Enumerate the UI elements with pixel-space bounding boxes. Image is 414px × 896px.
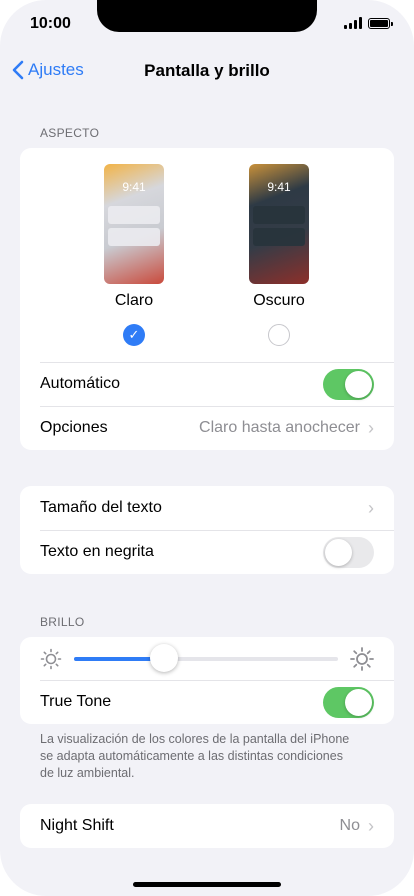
night-shift-value: No bbox=[339, 817, 360, 834]
true-tone-row: True Tone bbox=[20, 680, 394, 724]
bold-text-row: Texto en negrita bbox=[20, 530, 394, 574]
options-value: Claro hasta anochecer bbox=[199, 419, 360, 436]
options-label: Opciones bbox=[40, 419, 108, 436]
text-size-label: Tamaño del texto bbox=[40, 499, 162, 516]
appearance-header: ASPECTO bbox=[40, 126, 100, 140]
sun-large-icon bbox=[350, 646, 374, 671]
appearance-group: 9:41 9:41 Claro Oscuro ✓ Automático Opci… bbox=[20, 148, 394, 450]
brightness-thumb[interactable] bbox=[149, 643, 178, 672]
battery-icon bbox=[368, 17, 393, 29]
text-size-row[interactable]: Tamaño del texto › bbox=[20, 486, 394, 530]
light-preview-time: 9:41 bbox=[122, 180, 146, 194]
notch bbox=[97, 0, 317, 32]
bold-text-label: Texto en negrita bbox=[40, 543, 154, 560]
light-mode-label: Claro bbox=[114, 292, 154, 309]
true-tone-label: True Tone bbox=[40, 693, 112, 710]
page-title: Pantalla y brillo bbox=[144, 61, 270, 80]
night-shift-group: Night Shift No › bbox=[20, 804, 394, 848]
dark-preview-card-1 bbox=[253, 206, 305, 224]
dark-mode-radio[interactable] bbox=[268, 324, 290, 346]
chevron-right-icon: › bbox=[368, 497, 374, 518]
settings-screen: 10:00 Ajustes Pantalla y brillo ASPECTO … bbox=[0, 0, 414, 896]
appearance-picker: 9:41 9:41 Claro Oscuro ✓ bbox=[20, 148, 394, 362]
checkmark-icon: ✓ bbox=[128, 327, 140, 342]
automatic-toggle[interactable] bbox=[323, 368, 374, 400]
chevron-right-icon: › bbox=[368, 417, 374, 438]
signal-icon bbox=[344, 17, 362, 29]
text-group: Tamaño del texto › Texto en negrita bbox=[20, 486, 394, 574]
true-tone-toggle[interactable] bbox=[323, 686, 374, 718]
dark-mode-preview[interactable]: 9:41 bbox=[249, 164, 309, 284]
brightness-group: True Tone bbox=[20, 637, 394, 724]
status-icons bbox=[344, 17, 393, 29]
true-tone-note: La visualización de los colores de la pa… bbox=[40, 732, 350, 780]
night-shift-row[interactable]: Night Shift No › bbox=[20, 804, 394, 848]
sun-small-icon bbox=[40, 648, 62, 669]
light-mode-radio[interactable]: ✓ bbox=[123, 324, 145, 346]
light-mode-preview[interactable]: 9:41 bbox=[104, 164, 164, 284]
bold-text-toggle[interactable] bbox=[323, 536, 374, 568]
options-row[interactable]: Opciones Claro hasta anochecer › bbox=[20, 406, 394, 450]
automatic-label: Automático bbox=[40, 375, 121, 392]
light-preview-card-2 bbox=[108, 228, 160, 246]
dark-preview-time: 9:41 bbox=[267, 180, 291, 194]
status-time: 10:00 bbox=[30, 15, 71, 32]
home-indicator bbox=[133, 882, 281, 887]
brightness-header: BRILLO bbox=[40, 615, 85, 629]
brightness-slider[interactable] bbox=[74, 643, 338, 672]
light-preview-card-1 bbox=[108, 206, 160, 224]
night-shift-label: Night Shift bbox=[40, 817, 114, 834]
chevron-right-icon: › bbox=[368, 815, 374, 836]
automatic-row: Automático bbox=[20, 362, 394, 406]
dark-preview-card-2 bbox=[253, 228, 305, 246]
dark-mode-label: Oscuro bbox=[253, 292, 305, 309]
brightness-slider-row bbox=[20, 637, 394, 680]
